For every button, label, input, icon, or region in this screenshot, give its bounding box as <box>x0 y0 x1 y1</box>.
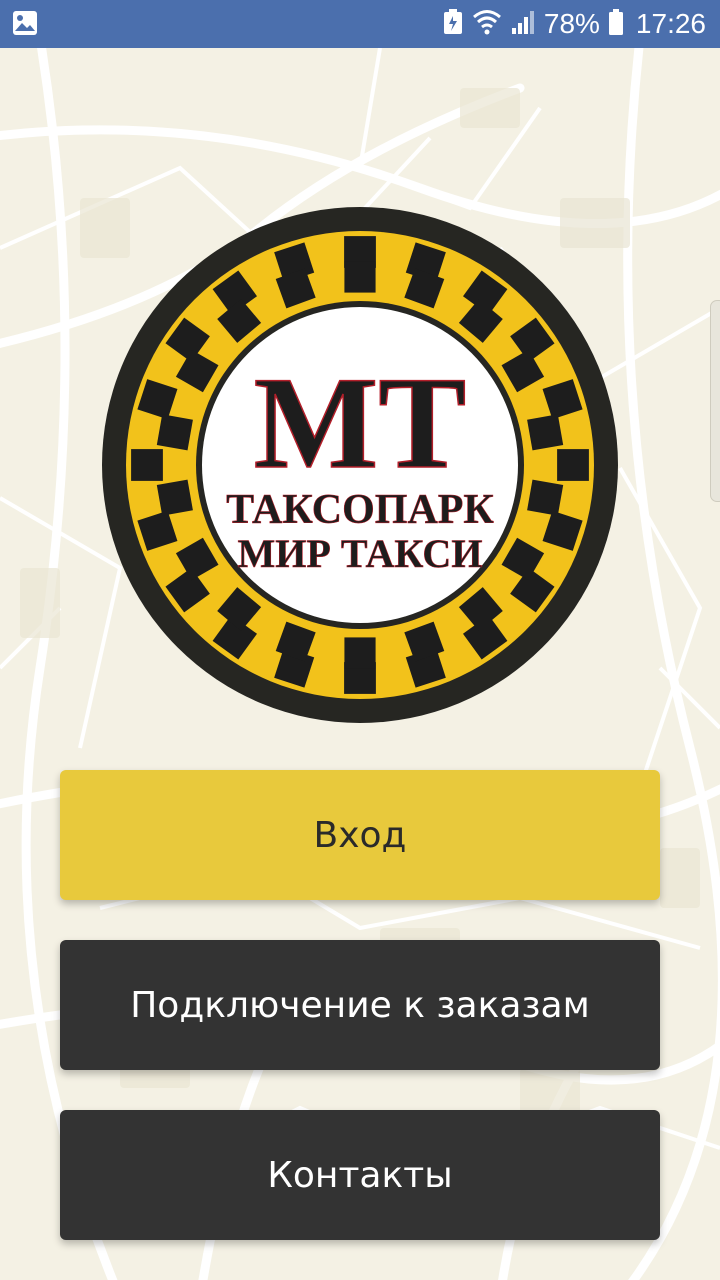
logo-monogram: МТ <box>254 349 467 496</box>
status-bar: 78% 17:26 <box>0 0 720 48</box>
battery-percent: 78% <box>543 8 600 39</box>
contacts-button[interactable]: Контакты <box>60 1110 660 1240</box>
taxi-logo: МТ ТАКСОПАРК МИР ТАКСИ <box>100 205 620 725</box>
checker-square <box>527 414 564 451</box>
contacts-button-label: Контакты <box>267 1154 453 1196</box>
battery-saver-icon <box>442 8 464 40</box>
wifi-icon <box>472 8 502 40</box>
logo-line1: ТАКСОПАРК <box>226 487 494 533</box>
checker-square <box>156 414 193 451</box>
checker-square <box>344 637 376 669</box>
image-icon <box>12 10 38 40</box>
signal-icon <box>510 8 536 40</box>
login-button-label: Вход <box>313 814 407 856</box>
status-icons: 78% 17:26 <box>442 0 706 48</box>
checker-square <box>131 449 163 481</box>
battery-icon <box>608 8 624 40</box>
checker-square <box>156 479 193 516</box>
side-panel-handle[interactable] <box>710 300 720 502</box>
login-button[interactable]: Вход <box>60 770 660 900</box>
checker-square <box>527 479 564 516</box>
logo-line2: МИР ТАКСИ <box>238 531 483 576</box>
connect-button-label: Подключение к заказам <box>130 984 590 1026</box>
checker-square <box>557 449 589 481</box>
clock: 17:26 <box>635 8 706 39</box>
connect-to-orders-button[interactable]: Подключение к заказам <box>60 940 660 1070</box>
checker-square <box>344 261 376 293</box>
